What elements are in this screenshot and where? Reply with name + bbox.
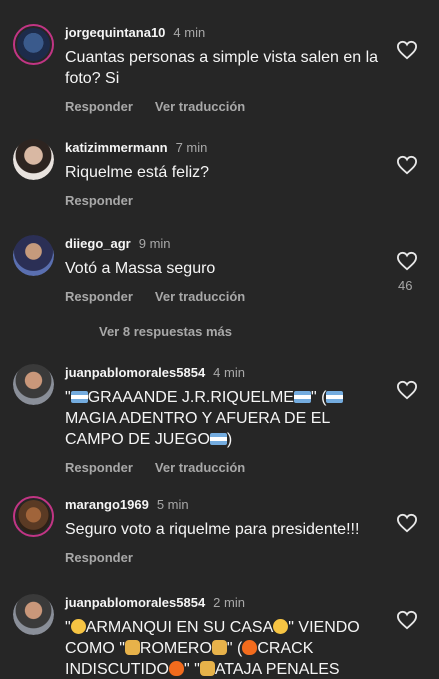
comment-time: 2 min (213, 595, 245, 610)
comment-text: " GRAAANDE J.R.RIQUELME " ( MAGIA ADENTRO … (65, 387, 385, 450)
comment-time: 5 min (156, 497, 189, 512)
translate-button[interactable]: Ver traducción (155, 99, 245, 114)
comment-text: Seguro voto a riquelme para presidente!!… (65, 521, 360, 538)
argentina-flag-emoji (326, 391, 344, 403)
raised-hands-emoji (211, 640, 227, 655)
heart-outline-icon[interactable] (396, 251, 418, 271)
comment-username[interactable]: diiego_agr (65, 236, 131, 251)
avatar[interactable] (13, 496, 54, 537)
avatar[interactable] (13, 594, 54, 635)
fire-emoji (242, 640, 258, 655)
comment-time: 7 min (175, 140, 208, 155)
comment-time: 4 min (173, 25, 206, 40)
translate-button[interactable]: Ver traducción (155, 460, 245, 475)
translate-button[interactable]: Ver traducción (155, 289, 245, 304)
reply-button[interactable]: Responder (65, 550, 133, 565)
comment-text: Votó a Massa seguro (65, 260, 216, 277)
heart-outline-icon[interactable] (396, 40, 418, 60)
comment-username[interactable]: katizimmermann (65, 140, 168, 155)
comment-time: 4 min (213, 365, 245, 380)
laughing-emoji (70, 619, 86, 634)
comments-feed[interactable]: jorgequintana10 4 min Cuantas personas a … (0, 0, 439, 679)
heart-outline-icon[interactable] (396, 610, 418, 630)
avatar[interactable] (13, 364, 54, 405)
heart-outline-icon[interactable] (396, 513, 418, 533)
avatar[interactable] (13, 235, 54, 276)
comment-time: 9 min (138, 236, 171, 251)
reply-button[interactable]: Responder (65, 460, 133, 475)
comment-username[interactable]: juanpablomorales5854 (65, 365, 205, 380)
argentina-flag-emoji (209, 433, 227, 445)
comment-text: Cuantas personas a simple vista salen en… (65, 49, 379, 87)
reply-button[interactable]: Responder (65, 99, 133, 114)
avatar[interactable] (13, 139, 54, 180)
heart-outline-icon[interactable] (396, 155, 418, 175)
argentina-flag-emoji (293, 391, 311, 403)
argentina-flag-emoji (70, 391, 88, 403)
comment-username[interactable]: jorgequintana10 (65, 25, 165, 40)
comment-username[interactable]: juanpablomorales5854 (65, 595, 205, 610)
view-more-replies-button[interactable]: Ver 8 respuestas más (99, 324, 232, 339)
comment-text: " ARMANQUI EN SU CASA " VIENDO COMO " ROMER… (65, 619, 360, 678)
comment-text: Riquelme está feliz? (65, 164, 210, 181)
avatar[interactable] (13, 24, 54, 65)
raised-hands-emoji (124, 640, 140, 655)
fire-emoji (169, 661, 184, 676)
reply-button[interactable]: Responder (65, 289, 133, 304)
reply-button[interactable]: Responder (65, 193, 133, 208)
heart-outline-icon[interactable] (396, 380, 418, 400)
raised-hands-emoji (199, 661, 215, 676)
like-count: 46 (398, 278, 413, 293)
comment-username[interactable]: marango1969 (65, 497, 149, 512)
laughing-emoji (273, 619, 289, 634)
